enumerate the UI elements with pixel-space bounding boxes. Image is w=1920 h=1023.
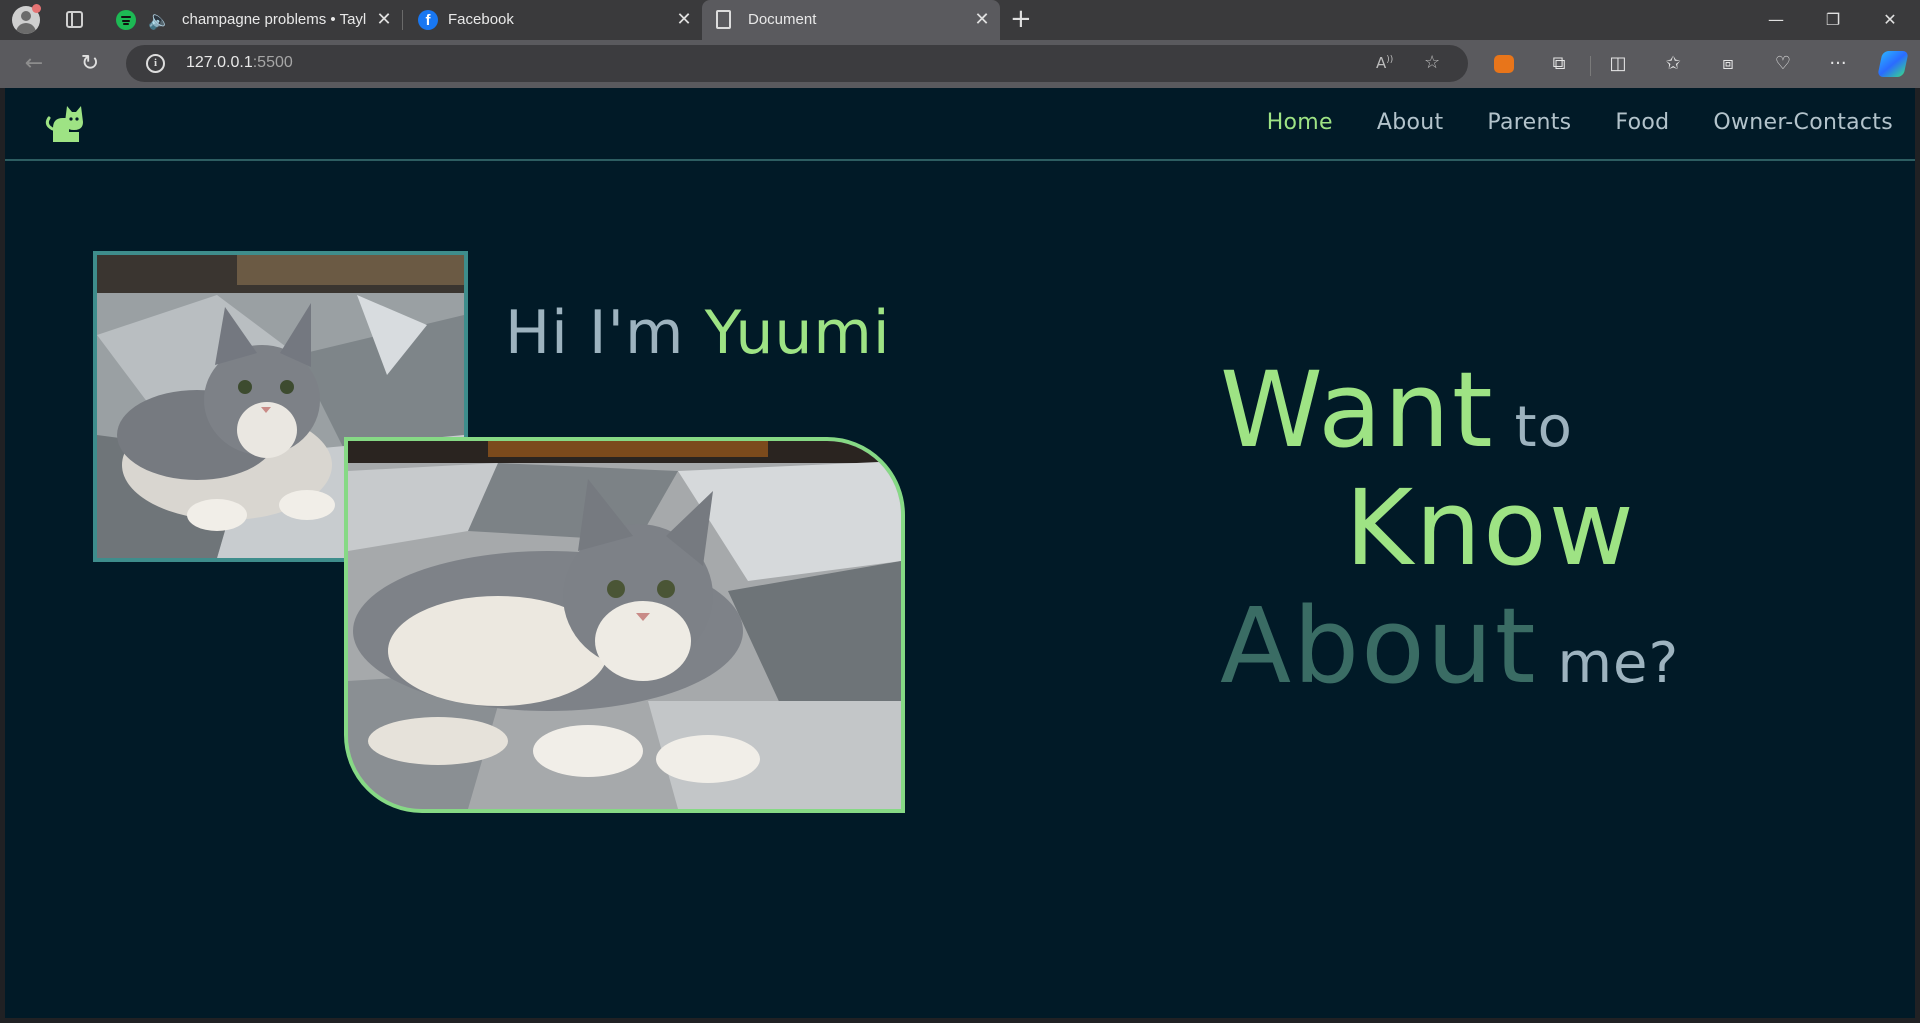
greeting-cat-name: Yuumi — [704, 298, 891, 368]
profile-head-shape — [21, 11, 31, 21]
nav-food-link[interactable]: Food — [1615, 110, 1669, 135]
tagline-word-want: Want — [1220, 349, 1495, 471]
tab-title: champagne problems • Tayl — [182, 11, 366, 28]
extensions-puzzle-icon[interactable]: ⧉ — [1547, 52, 1571, 76]
cat-photo-large — [344, 437, 905, 813]
favorite-star-icon[interactable]: ☆ — [1424, 52, 1440, 73]
copilot-icon[interactable] — [1877, 51, 1909, 77]
url-text[interactable]: 127.0.0.1:5500 — [186, 54, 293, 72]
tab-document[interactable]: Document ✕ — [702, 0, 1000, 40]
new-tab-icon[interactable]: + — [1010, 6, 1032, 32]
nav-links: Home About Parents Food Owner-Contacts — [1267, 110, 1893, 135]
close-tab-icon[interactable]: ✕ — [374, 8, 394, 30]
close-tab-icon[interactable]: ✕ — [972, 8, 992, 30]
tagline-line-1: Want to — [1220, 358, 1573, 462]
tagline-word-know: Know — [1345, 467, 1636, 589]
tab-divider — [402, 10, 403, 30]
greeting-heading: Hi I'm Yuumi — [505, 298, 891, 368]
split-screen-icon[interactable]: ◫ — [1606, 52, 1630, 76]
tagline-word-me: me? — [1557, 631, 1680, 696]
nav-about-link[interactable]: About — [1377, 110, 1444, 135]
refresh-icon[interactable]: ↻ — [76, 50, 104, 78]
tab-title: Facebook — [448, 11, 514, 28]
close-tab-icon[interactable]: ✕ — [674, 8, 694, 30]
browser-toolbar: ← ↻ i 127.0.0.1:5500 A)) ☆ ⧉ ◫ ✩ ⧈ ♡ ··· — [0, 40, 1920, 88]
profile-notification-dot — [32, 4, 41, 13]
document-icon — [716, 10, 731, 29]
url-port: :5500 — [252, 54, 293, 71]
tab-facebook[interactable]: f Facebook ✕ — [406, 0, 700, 40]
more-menu-icon[interactable]: ··· — [1826, 52, 1850, 76]
tab-title: Document — [748, 11, 817, 28]
nav-parents-link[interactable]: Parents — [1487, 110, 1571, 135]
greeting-prefix: Hi I'm — [505, 298, 685, 368]
tagline-line-3: About me? — [1220, 594, 1679, 698]
close-window-icon[interactable]: ✕ — [1870, 6, 1910, 34]
browser-tab-bar: 🔈 champagne problems • Tayl ✕ f Facebook… — [0, 0, 1920, 40]
page-viewport: Home About Parents Food Owner-Contacts H… — [5, 88, 1915, 1018]
read-aloud-icon[interactable]: A)) — [1376, 54, 1393, 72]
tagline-word-to: to — [1514, 395, 1573, 460]
cat-icon[interactable] — [43, 102, 87, 146]
site-navbar: Home About Parents Food Owner-Contacts — [5, 88, 1915, 161]
toolbar-divider — [1590, 56, 1591, 76]
spotify-icon — [116, 10, 136, 30]
minimize-icon[interactable]: — — [1756, 6, 1796, 34]
tagline-line-2: Know — [1345, 476, 1636, 580]
site-info-icon[interactable]: i — [146, 54, 165, 73]
tagline-word-about: About — [1220, 585, 1538, 707]
address-bar[interactable]: i 127.0.0.1:5500 A)) ☆ — [126, 45, 1468, 82]
profile-body-shape — [16, 23, 36, 34]
metamask-fox-icon[interactable] — [1494, 55, 1514, 73]
collections-icon[interactable]: ⧈ — [1716, 52, 1740, 76]
facebook-icon: f — [418, 10, 438, 30]
browser-essentials-icon[interactable]: ♡ — [1771, 52, 1795, 76]
restore-icon[interactable]: ❐ — [1813, 6, 1853, 34]
speaker-icon[interactable]: 🔈 — [148, 10, 170, 31]
tab-spotify[interactable]: 🔈 champagne problems • Tayl ✕ — [104, 0, 398, 40]
nav-owner-contacts-link[interactable]: Owner-Contacts — [1713, 110, 1893, 135]
tab-actions-icon[interactable] — [66, 11, 83, 28]
back-arrow-icon[interactable]: ← — [20, 50, 48, 78]
url-host: 127.0.0.1 — [186, 54, 253, 71]
cat-photo-large-image — [348, 441, 901, 809]
favorites-icon[interactable]: ✩ — [1661, 52, 1685, 76]
nav-home-link[interactable]: Home — [1267, 110, 1333, 135]
